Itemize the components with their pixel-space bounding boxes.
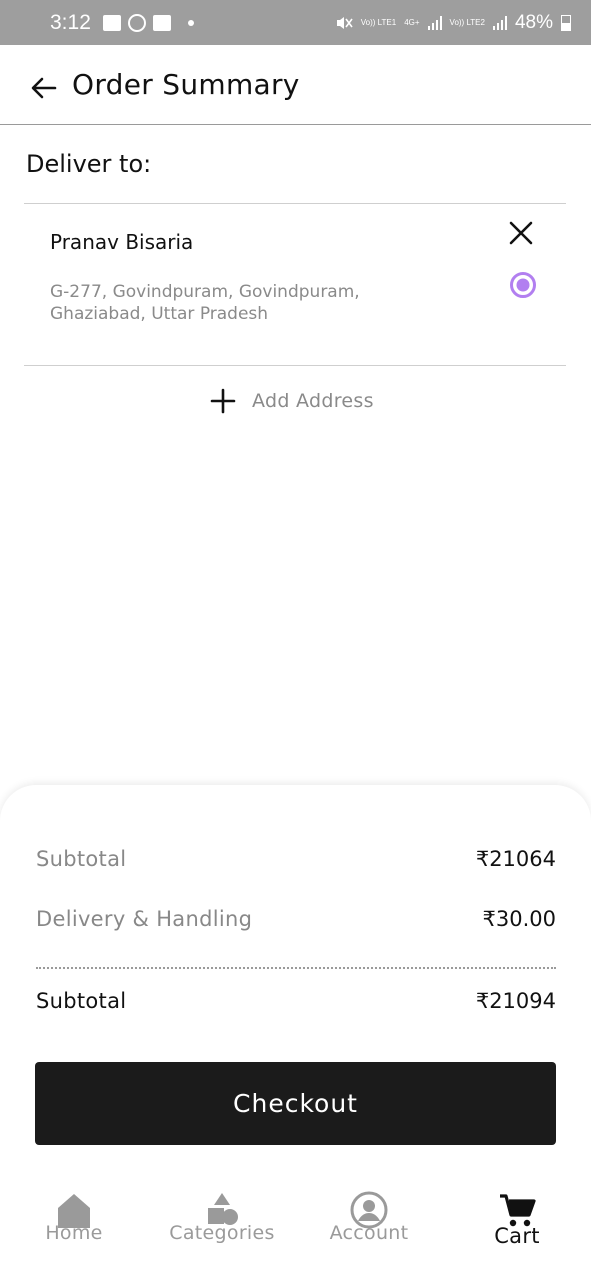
nav-home-label: Home (45, 1222, 103, 1244)
address-line-1: G-277, Govindpuram, Govindpuram, (50, 282, 360, 302)
delivery-value: ₹30.00 (482, 907, 556, 931)
signal-icon (427, 15, 442, 30)
divider (36, 967, 556, 969)
notification-dot-icon (187, 19, 194, 26)
gallery-icon (102, 14, 121, 31)
address-text: G-277, Govindpuram, Govindpuram, Ghaziab… (50, 281, 470, 325)
sim1-label: Vo)) LTE1 (360, 18, 397, 27)
address-name: Pranav Bisaria (50, 230, 194, 254)
battery-icon (561, 14, 571, 31)
nav-account-label: Account (329, 1222, 409, 1244)
battery-percent: 48% (514, 11, 553, 33)
nav-cart[interactable]: Cart (452, 1190, 582, 1248)
subtotal-label: Subtotal (36, 847, 127, 871)
paytm-icon (152, 14, 171, 31)
delivery-row: Delivery & Handling ₹30.00 (36, 907, 556, 931)
bottom-nav: Home Categories Account Cart (0, 1190, 591, 1280)
sim2-label: Vo)) LTE2 (449, 18, 485, 27)
signal-icon (492, 15, 507, 30)
add-address-button[interactable]: Add Address (210, 386, 374, 416)
nav-account[interactable]: Account (304, 1190, 434, 1244)
order-summary-screen: 3:12 Vo)) LTE1 4G+ Vo)) LTE2 48% Order S… (0, 0, 591, 1280)
arrow-left-icon[interactable] (30, 74, 58, 102)
address-line-2: Ghaziabad, Uttar Pradesh (50, 304, 269, 324)
app-header: Order Summary (0, 45, 591, 125)
status-time: 3:12 (50, 10, 91, 34)
add-address-label: Add Address (252, 390, 374, 412)
plus-icon (210, 388, 236, 414)
radio-selected-icon[interactable] (509, 271, 537, 299)
deliver-to-label: Deliver to: (26, 150, 152, 178)
nav-cart-label: Cart (494, 1224, 540, 1248)
subtotal-value: ₹21064 (475, 847, 556, 871)
total-label: Subtotal (36, 989, 127, 1013)
mute-icon (336, 16, 353, 29)
nav-categories[interactable]: Categories (157, 1190, 287, 1244)
total-row: Subtotal ₹21094 (36, 989, 556, 1013)
status-bar: 3:12 Vo)) LTE1 4G+ Vo)) LTE2 48% (0, 0, 591, 45)
total-value: ₹21094 (475, 989, 556, 1013)
close-icon[interactable] (508, 220, 534, 246)
address-card[interactable]: Pranav Bisaria G-277, Govindpuram, Govin… (24, 203, 566, 366)
nav-home[interactable]: Home (9, 1190, 139, 1244)
network-type: 4G+ (404, 18, 420, 27)
nav-categories-label: Categories (169, 1222, 275, 1244)
checkout-button[interactable]: Checkout (35, 1062, 556, 1145)
page-title: Order Summary (72, 68, 300, 101)
delivery-label: Delivery & Handling (36, 907, 253, 931)
subtotal-row: Subtotal ₹21064 (36, 847, 556, 871)
whatsapp-icon (127, 13, 146, 32)
